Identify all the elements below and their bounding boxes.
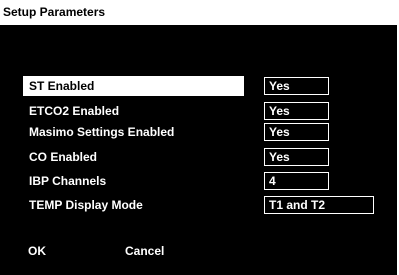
window-title: Setup Parameters: [0, 0, 399, 25]
parameter-label-st-enabled[interactable]: ST Enabled: [23, 76, 244, 96]
parameter-label-co-enabled[interactable]: CO Enabled: [23, 147, 244, 167]
parameter-value-etco2-enabled[interactable]: Yes: [264, 102, 329, 120]
parameter-label-temp-display-mode[interactable]: TEMP Display Mode: [23, 195, 244, 215]
parameters-panel: ST Enabled Yes ETCO2 Enabled Yes Masimo …: [0, 25, 397, 275]
parameter-value-co-enabled[interactable]: Yes: [264, 148, 329, 166]
parameter-row-temp-display-mode[interactable]: TEMP Display Mode T1 and T2: [0, 195, 397, 215]
cancel-button[interactable]: Cancel: [125, 241, 164, 261]
parameter-label-etco2-enabled[interactable]: ETCO2 Enabled: [23, 101, 244, 121]
parameter-label-masimo-settings-enabled[interactable]: Masimo Settings Enabled: [23, 122, 244, 142]
setup-parameters-window: Setup Parameters ST Enabled Yes ETCO2 En…: [0, 0, 399, 275]
parameter-row-ibp-channels[interactable]: IBP Channels 4: [0, 171, 397, 191]
parameter-row-etco2-enabled[interactable]: ETCO2 Enabled Yes: [0, 101, 397, 121]
parameter-value-temp-display-mode[interactable]: T1 and T2: [264, 196, 374, 214]
parameter-row-co-enabled[interactable]: CO Enabled Yes: [0, 147, 397, 167]
parameter-value-st-enabled[interactable]: Yes: [264, 77, 329, 95]
parameter-value-ibp-channels[interactable]: 4: [264, 172, 329, 190]
ok-button[interactable]: OK: [28, 241, 46, 261]
parameter-row-st-enabled[interactable]: ST Enabled Yes: [0, 76, 397, 96]
parameter-value-masimo-settings-enabled[interactable]: Yes: [264, 123, 329, 141]
parameter-row-masimo-settings-enabled[interactable]: Masimo Settings Enabled Yes: [0, 122, 397, 142]
parameter-label-ibp-channels[interactable]: IBP Channels: [23, 171, 244, 191]
